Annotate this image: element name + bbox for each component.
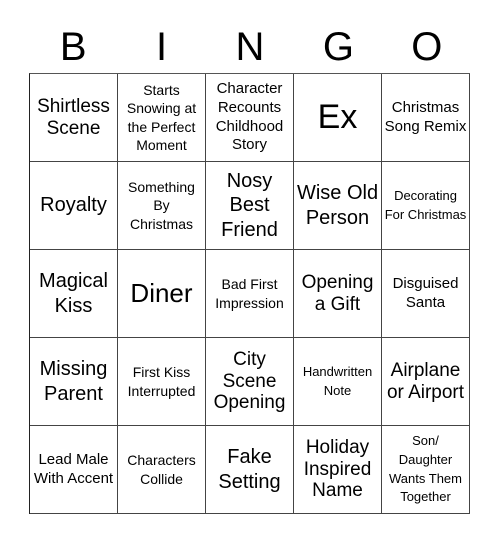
cell-text: Shirtless Scene <box>37 95 110 139</box>
bingo-cell[interactable]: Christmas Song Remix <box>382 74 470 162</box>
bingo-cell[interactable]: Son/ Daughter Wants Them Together <box>382 426 470 514</box>
cell-text: Handwritten Note <box>302 363 373 398</box>
cell-text: Disguised Santa <box>392 274 459 311</box>
bingo-cell[interactable]: Decorating For Christmas <box>382 162 470 250</box>
cell-text: Opening a Gift <box>301 271 374 315</box>
header-letter-n: N <box>235 25 265 69</box>
cell-text: Decorating For Christmas <box>384 187 467 222</box>
bingo-cell[interactable]: Handwritten Note <box>294 338 382 426</box>
cell-text: Royalty <box>40 194 107 217</box>
cell-text: Airplane or Airport <box>386 359 465 403</box>
bingo-cell[interactable]: Bad First Impression <box>206 250 294 338</box>
cell-text: Character Recounts Childhood Story <box>215 80 284 154</box>
bingo-cell[interactable]: Missing Parent <box>30 338 118 426</box>
bingo-card-grid: Shirtless Scene Starts Snowing at the Pe… <box>29 73 470 514</box>
bingo-cell[interactable]: Lead Male With Accent <box>30 426 118 514</box>
cell-text: Characters Collide <box>127 452 196 487</box>
bingo-cell[interactable]: Diner <box>118 250 206 338</box>
cell-text: Holiday Inspired Name <box>303 436 372 502</box>
cell-text: Magical Kiss <box>39 270 108 317</box>
cell-text: Fake Setting <box>218 446 281 493</box>
bingo-cell[interactable]: Royalty <box>30 162 118 250</box>
header-letter-i: I <box>156 25 168 69</box>
bingo-cell[interactable]: First Kiss Interrupted <box>118 338 206 426</box>
bingo-cell[interactable]: Wise Old Person <box>294 162 382 250</box>
cell-text: Lead Male With Accent <box>33 450 114 487</box>
bingo-cell[interactable]: Magical Kiss <box>30 250 118 338</box>
cell-text: Wise Old Person <box>296 182 379 229</box>
bingo-cell[interactable]: Starts Snowing at the Perfect Moment <box>118 74 206 162</box>
cell-text: Christmas Song Remix <box>384 98 467 135</box>
cell-text: Missing Parent <box>39 358 108 405</box>
bingo-cell[interactable]: Characters Collide <box>118 426 206 514</box>
bingo-cell[interactable]: Fake Setting <box>206 426 294 514</box>
bingo-cell[interactable]: Holiday Inspired Name <box>294 426 382 514</box>
header-letter-o: O <box>411 25 443 69</box>
cell-text: City Scene Opening <box>213 348 286 414</box>
bingo-cell[interactable]: Something By Christmas <box>118 162 206 250</box>
header-letter-b: B <box>59 25 87 69</box>
bingo-header: B I N G O <box>29 22 471 72</box>
bingo-cell[interactable]: Ex <box>294 74 382 162</box>
bingo-cell[interactable]: Nosy Best Friend <box>206 162 294 250</box>
cell-text: Something By Christmas <box>128 179 195 232</box>
bingo-cell[interactable]: City Scene Opening <box>206 338 294 426</box>
cell-text: Bad First Impression <box>215 276 284 311</box>
cell-text: Starts Snowing at the Perfect Moment <box>126 82 197 153</box>
bingo-cell[interactable]: Disguised Santa <box>382 250 470 338</box>
bingo-cell[interactable]: Airplane or Airport <box>382 338 470 426</box>
bingo-cell[interactable]: Shirtless Scene <box>30 74 118 162</box>
cell-text: First Kiss Interrupted <box>127 364 196 399</box>
cell-text: Ex <box>317 97 358 136</box>
cell-text: Nosy Best Friend <box>221 169 278 241</box>
cell-text: Son/ Daughter Wants Them Together <box>389 432 462 505</box>
bingo-cell[interactable]: Opening a Gift <box>294 250 382 338</box>
header-letter-g: G <box>322 25 354 69</box>
bingo-cell[interactable]: Character Recounts Childhood Story <box>206 74 294 162</box>
cell-text: Diner <box>130 277 193 308</box>
